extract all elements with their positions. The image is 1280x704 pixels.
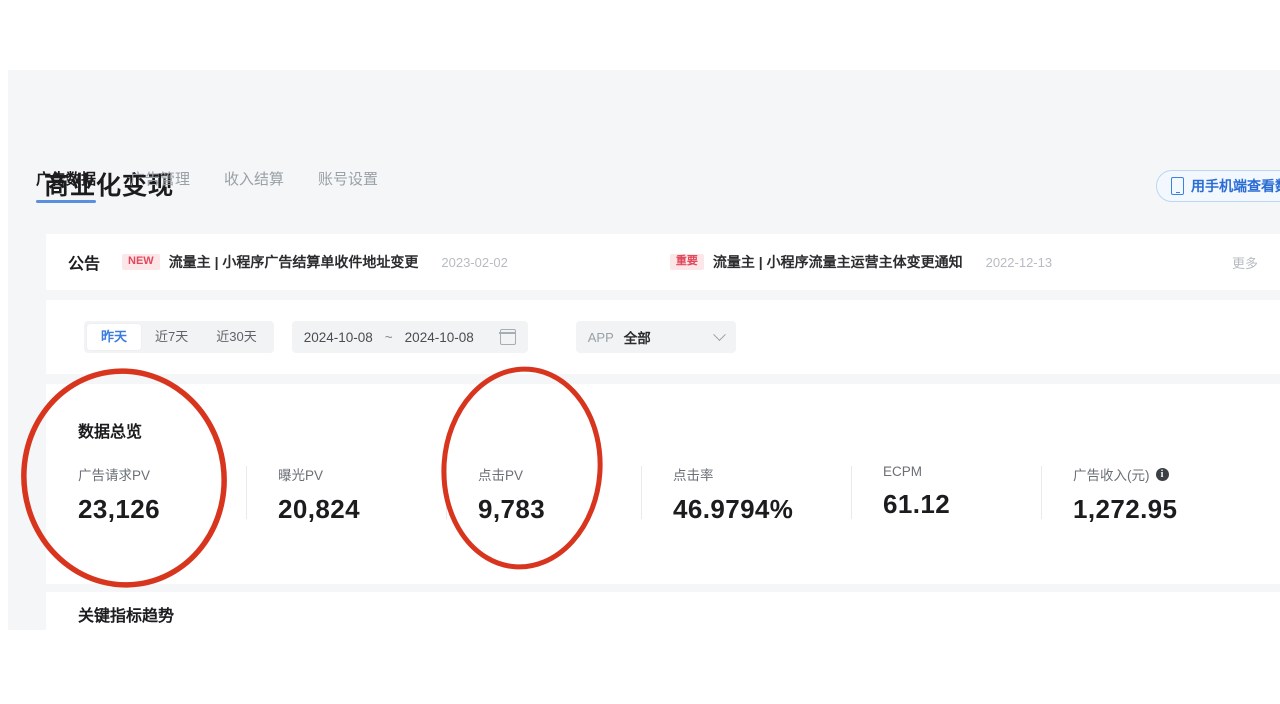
metric-label-text: 广告请求PV [78,468,151,483]
date-preset-yesterday[interactable]: 昨天 [87,324,142,350]
metric-exposure-pv: 曝光PV 20,824 [246,464,446,525]
metric-label: 广告收入(元) i [1073,464,1241,484]
app-filter-label: APP [587,329,614,345]
date-preset-last-30-days[interactable]: 近30天 [202,324,270,350]
data-overview-title: 数据总览 [78,424,143,441]
metric-ad-request-pv: 广告请求PV 23,126 [46,464,246,525]
metric-label: 点击率 [673,464,851,484]
date-range-start: 2024-10-08 [303,329,373,345]
view-on-phone-button[interactable]: 用手机端查看数 [1156,170,1280,202]
app-screen: 商业化变现 用手机端查看数 广告数据 广告管理 收入结算 账号设置 公告 NEW… [0,0,1280,704]
metric-label-text: 曝光PV [278,468,324,483]
chevron-down-icon [712,327,726,341]
key-metric-trend-title: 关键指标趋势 [78,608,175,625]
metric-label: 曝光PV [278,464,446,484]
metric-value: 1,272.95 [1073,494,1178,524]
metric-label-text: 广告收入(元) [1073,468,1150,483]
date-preset-last-7-days[interactable]: 近7天 [141,324,202,350]
date-range-separator: ~ [384,329,393,345]
calendar-icon[interactable] [499,329,517,345]
metric-label-text: ECPM [883,464,923,479]
main-tabs: 广告数据 广告管理 收入结算 账号设置 [36,168,378,203]
metric-value: 9,783 [478,494,546,524]
tab-revenue-settlement[interactable]: 收入结算 [224,168,284,203]
date-preset-group: 昨天 近7天 近30天 [84,321,274,353]
announcement-text: 流量主 | 小程序流量主运营主体变更通知 [712,254,963,270]
announcement-text: 流量主 | 小程序广告结算单收件地址变更 [168,254,419,270]
metric-value: 46.9794% [673,494,794,524]
announcement-badge-new: NEW [122,254,160,270]
filter-bar: 昨天 近7天 近30天 2024-10-08 ~ 2024-10-08 APP … [46,300,1280,374]
metric-value: 23,126 [78,494,160,524]
announcement-badge-important: 重要 [669,254,704,270]
metric-ad-revenue: 广告收入(元) i 1,272.95 [1041,464,1241,525]
metric-click-rate: 点击率 46.9794% [641,464,851,525]
announcement-date: 2023-02-02 [441,254,508,270]
date-range-end: 2024-10-08 [404,329,474,345]
announcement-more-link[interactable]: 更多 [1232,253,1258,272]
tab-ad-data[interactable]: 广告数据 [36,168,97,203]
app-filter-value: 全部 [623,331,651,346]
announcement-date: 2022-12-13 [985,254,1053,270]
metric-value: 20,824 [278,494,360,524]
metrics-row: 广告请求PV 23,126 曝光PV 20,824 点击PV 9,783 点击率 [46,464,1280,525]
announcement-title: 公告 [68,256,101,273]
metric-label: 广告请求PV [78,464,246,484]
metric-label: ECPM [883,464,1041,479]
metric-click-pv: 点击PV 9,783 [446,464,641,525]
app-filter-select[interactable]: APP 全部 [575,321,736,353]
key-metric-trend-card: 关键指标趋势 [46,592,1280,630]
metric-value: 61.12 [883,489,951,519]
metric-label-text: 点击率 [673,468,714,483]
date-range-picker[interactable]: 2024-10-08 ~ 2024-10-08 [291,321,528,353]
announcement-bar: 公告 NEW 流量主 | 小程序广告结算单收件地址变更 2023-02-02 重… [46,234,1280,290]
data-overview-card: 数据总览 广告请求PV 23,126 曝光PV 20,824 点击PV 9,78… [46,384,1280,584]
info-icon[interactable]: i [1155,467,1169,481]
announcement-item-1[interactable]: NEW 流量主 | 小程序广告结算单收件地址变更 2023-02-02 [122,252,508,272]
tab-account-settings[interactable]: 账号设置 [318,168,378,203]
phone-icon [1171,177,1184,195]
view-on-phone-label: 用手机端查看数 [1191,178,1280,194]
metric-ecpm: ECPM 61.12 [851,464,1041,525]
announcement-item-2[interactable]: 重要 流量主 | 小程序流量主运营主体变更通知 2022-12-13 [669,252,1053,272]
metric-label-text: 点击PV [478,468,524,483]
metric-label: 点击PV [478,464,641,484]
tab-ad-management[interactable]: 广告管理 [130,168,190,203]
